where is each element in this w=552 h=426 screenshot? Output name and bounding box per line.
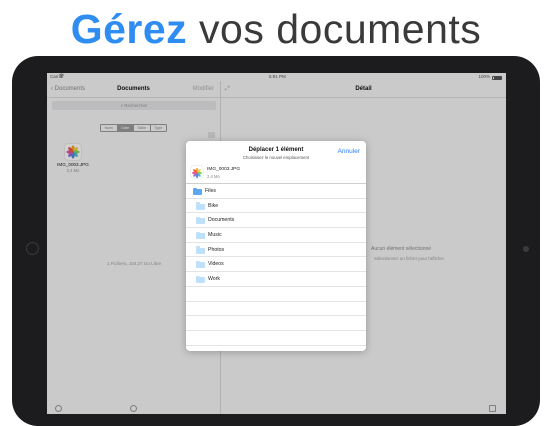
- folder-label: Music: [208, 232, 222, 239]
- moving-file: IMG_0003.JPG 2,4 Mo: [191, 165, 361, 183]
- empty-row: [186, 331, 366, 346]
- folder-row[interactable]: Photos: [186, 243, 366, 258]
- folder-icon: [196, 275, 205, 284]
- moving-file-name: IMG_0003.JPG: [207, 167, 241, 172]
- empty-row: [186, 302, 366, 317]
- folder-label: Files: [205, 188, 216, 194]
- folder-label: Videos: [208, 261, 224, 268]
- headline-highlight: Gérez: [70, 6, 188, 52]
- folder-row[interactable]: Work: [186, 272, 366, 287]
- folder-icon: [196, 202, 205, 210]
- folder-icon: [196, 231, 205, 240]
- moving-file-size: 2,4 Mo: [207, 174, 220, 179]
- empty-row: [186, 316, 366, 331]
- folder-label: Documents: [208, 217, 235, 224]
- folder-row[interactable]: Documents: [186, 213, 366, 229]
- folder-label: Bike: [208, 202, 219, 209]
- folder-icon: [193, 187, 202, 195]
- headline: Gérez vos documents: [0, 0, 552, 58]
- home-button[interactable]: [26, 242, 39, 255]
- folder-row[interactable]: Files: [186, 184, 366, 199]
- folder-icon: [196, 260, 205, 269]
- folder-list: Files Bike Documents Music Photos Videos Work: [186, 184, 366, 346]
- folder-row[interactable]: Music: [186, 228, 366, 243]
- folder-icon: [196, 246, 205, 254]
- folder-row[interactable]: Bike: [186, 199, 366, 214]
- folder-label: Work: [208, 276, 221, 283]
- camera-icon: [523, 246, 529, 252]
- cancel-button[interactable]: Annuler: [338, 148, 360, 155]
- photos-icon: [191, 166, 203, 178]
- move-dialog: Déplacer 1 élément Choisissez le nouvel …: [186, 141, 366, 351]
- move-dialog-subtitle: Choisissez le nouvel emplacement: [242, 155, 310, 160]
- folder-icon: [196, 216, 205, 225]
- folder-row[interactable]: Videos: [186, 257, 366, 273]
- folder-label: Photos: [208, 246, 225, 253]
- empty-row: [186, 287, 366, 302]
- headline-rest: vos documents: [199, 6, 482, 52]
